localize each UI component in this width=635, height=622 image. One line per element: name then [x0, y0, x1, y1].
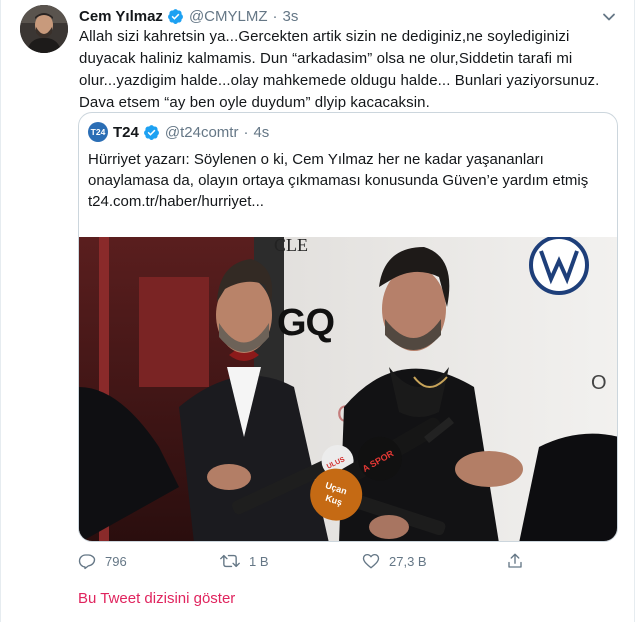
- chevron-down-icon[interactable]: [599, 7, 619, 27]
- svg-text:GQ: GQ: [277, 302, 334, 344]
- tweet-actions: 796 1 B 27,3 B: [78, 550, 538, 572]
- reply-icon: [78, 554, 96, 570]
- svg-text:CLE: CLE: [274, 237, 308, 255]
- quoted-tweet[interactable]: T24 T24 @t24comtr · 4s Hürriyet yazarı: …: [78, 112, 618, 542]
- quote-link[interactable]: t24.com.tr/haber/hurriyet...: [88, 191, 608, 212]
- quote-author-name[interactable]: T24: [113, 124, 139, 141]
- share-icon: [508, 553, 522, 568]
- retweet-count: 1 B: [249, 553, 269, 569]
- quote-header: T24 T24 @t24comtr · 4s: [88, 122, 269, 142]
- quote-author-handle[interactable]: @t24comtr: [165, 124, 239, 141]
- svg-text:O: O: [591, 372, 607, 394]
- separator: ·: [243, 123, 249, 141]
- quote-text-block: Hürriyet yazarı: Söylenen o ki, Cem Yılm…: [88, 149, 608, 212]
- reply-count: 796: [105, 553, 127, 569]
- quote-photo[interactable]: GQ CLE O O: [79, 237, 617, 541]
- retweet-icon: [220, 554, 240, 568]
- author-handle[interactable]: @CMYLMZ: [189, 8, 268, 25]
- author-name[interactable]: Cem Yılmaz: [79, 8, 163, 25]
- avatar[interactable]: [20, 5, 68, 53]
- tweet-time[interactable]: 3s: [283, 8, 299, 25]
- share-button[interactable]: [506, 550, 533, 572]
- verified-badge-icon: [167, 8, 184, 25]
- quote-text: Hürriyet yazarı: Söylenen o ki, Cem Yılm…: [88, 151, 589, 189]
- reply-button[interactable]: 796: [78, 550, 127, 572]
- retweet-button[interactable]: 1 B: [220, 550, 269, 572]
- tweet-container: Cem Yılmaz @CMYLMZ · 3s Allah sizi kahre…: [0, 0, 635, 622]
- tweet-text: Allah sizi kahretsin ya...Gercekten arti…: [79, 28, 600, 111]
- like-count: 27,3 B: [389, 553, 427, 569]
- quote-time[interactable]: 4s: [253, 124, 269, 141]
- verified-badge-icon: [143, 124, 160, 141]
- tweet-header: Cem Yılmaz @CMYLMZ · 3s: [79, 6, 298, 26]
- like-button[interactable]: 27,3 B: [362, 550, 427, 572]
- separator: ·: [272, 7, 278, 25]
- quote-avatar[interactable]: T24: [88, 122, 108, 142]
- show-thread-link[interactable]: Bu Tweet dizisini göster: [78, 590, 235, 607]
- heart-icon: [362, 553, 380, 569]
